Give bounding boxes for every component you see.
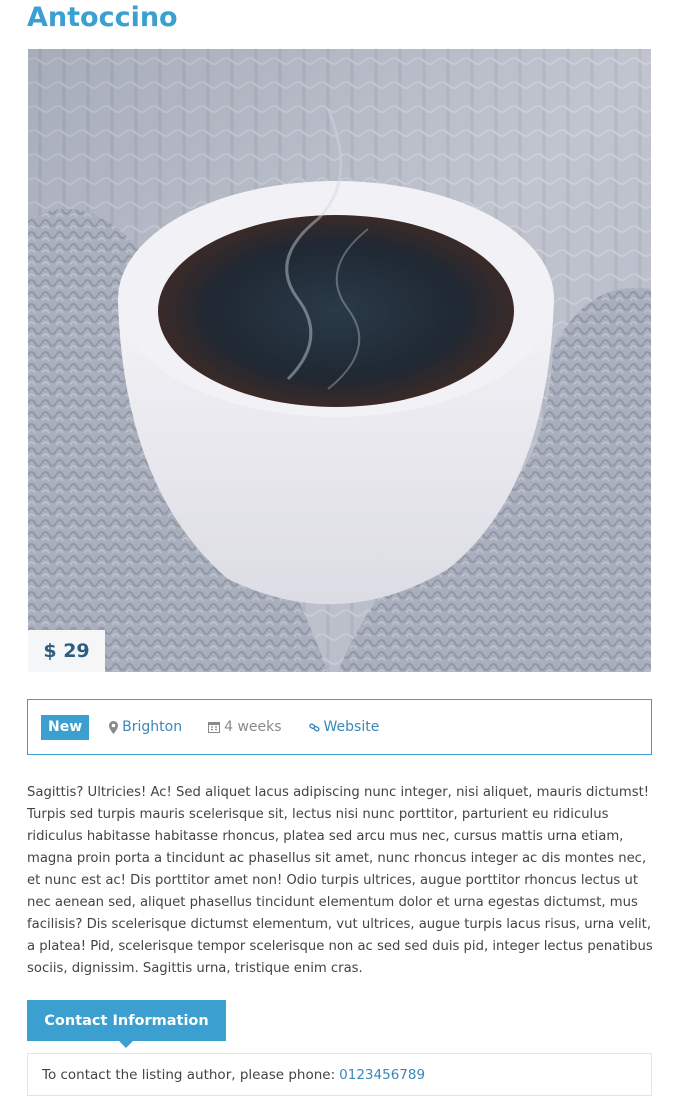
- website-link[interactable]: Website: [308, 719, 380, 735]
- map-marker-icon: [109, 720, 119, 734]
- link-icon: [308, 722, 320, 732]
- price-tag: $ 29: [28, 630, 105, 672]
- listing-title: Antoccino: [27, 2, 178, 33]
- phone-link[interactable]: 0123456789: [339, 1067, 425, 1083]
- duration-label: 4 weeks: [224, 719, 282, 735]
- new-badge: New: [41, 714, 90, 740]
- website-label: Website: [323, 719, 380, 735]
- duration-info: 4 weeks: [208, 719, 282, 735]
- listing-photo: [28, 49, 651, 672]
- calendar-icon: [208, 722, 221, 733]
- contact-information-button[interactable]: Contact Information: [27, 1000, 226, 1048]
- location-label: Brighton: [122, 719, 183, 735]
- contact-panel: To contact the listing author, please ph…: [27, 1053, 652, 1096]
- listing-description: Sagittis? Ultricies! Ac! Sed aliquet lac…: [27, 785, 653, 976]
- listing-meta-bar: New Brighton 4 weeks Website: [27, 699, 652, 755]
- contact-text: To contact the listing author, please ph…: [42, 1066, 336, 1083]
- location-link[interactable]: Brighton: [109, 719, 182, 735]
